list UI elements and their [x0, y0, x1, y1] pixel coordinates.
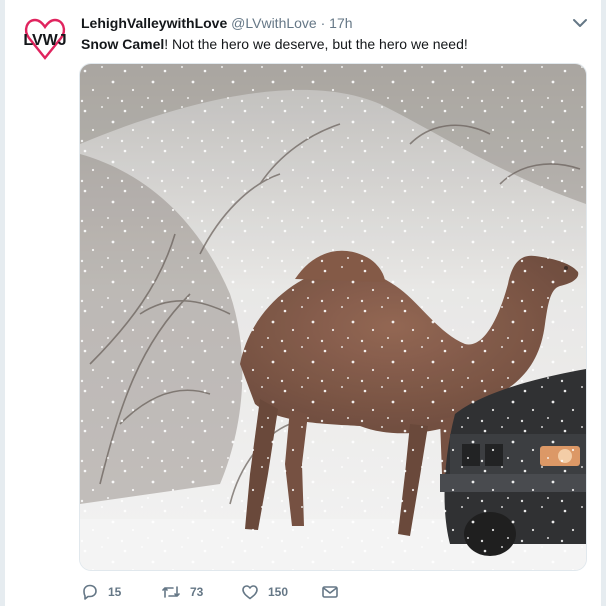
avatar-logo-text: LVWJ	[23, 32, 66, 49]
like-icon	[242, 585, 258, 600]
tweet-card[interactable]: LVWJ LehighValleywithLove @LVwithLove · …	[4, 0, 602, 606]
tweet-text-bold: Snow Camel	[81, 36, 165, 52]
reply-count: 15	[108, 585, 122, 599]
separator: ·	[320, 15, 326, 31]
tweet-actions: 15 73 150	[81, 582, 339, 602]
like-button[interactable]: 150	[241, 582, 321, 602]
retweet-count: 73	[190, 585, 204, 599]
reply-icon	[83, 584, 97, 600]
retweet-button[interactable]: 73	[161, 582, 241, 602]
message-button[interactable]	[321, 582, 339, 602]
tweet-text: Snow Camel! Not the hero we deserve, but…	[81, 34, 468, 54]
message-icon	[322, 586, 338, 598]
tweet-header: LehighValleywithLove @LVwithLove · 17h	[81, 14, 353, 32]
display-name[interactable]: LehighValleywithLove	[81, 15, 227, 31]
user-handle[interactable]: @LVwithLove	[231, 15, 317, 31]
reply-button[interactable]: 15	[81, 582, 161, 602]
like-count: 150	[268, 585, 289, 599]
retweet-icon	[162, 586, 180, 598]
avatar[interactable]: LVWJ	[21, 14, 69, 62]
timestamp[interactable]: 17h	[329, 15, 352, 31]
tweet-image[interactable]	[79, 63, 587, 571]
caret-down-icon[interactable]	[571, 14, 589, 32]
tweet-text-rest: ! Not the hero we deserve, but the hero …	[164, 36, 468, 52]
